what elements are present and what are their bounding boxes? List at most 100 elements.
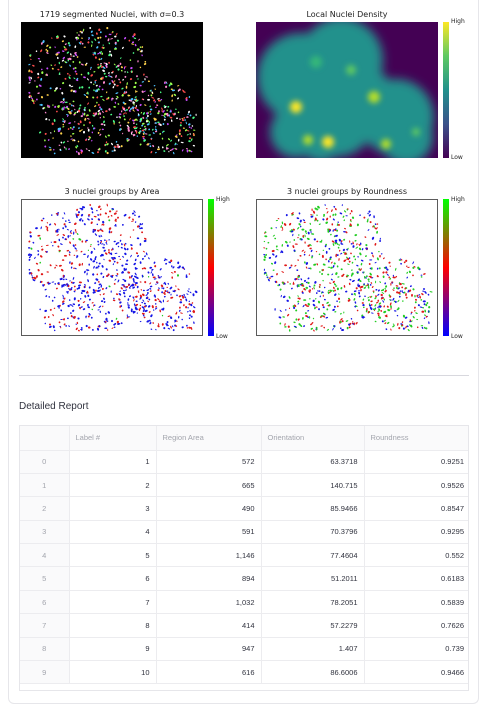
roundness-cell: 0.8547 bbox=[364, 496, 468, 521]
column-header-label[interactable]: Label # bbox=[69, 426, 157, 451]
density-plot-title: Local Nuclei Density bbox=[306, 10, 388, 19]
density-hotspot bbox=[322, 136, 334, 148]
roundness-plot-title: 3 nuclei groups by Roundness bbox=[286, 187, 408, 196]
table-row[interactable]: 9 10 616 86.6006 0.9466 bbox=[20, 660, 468, 685]
row-index-cell: 8 bbox=[20, 637, 70, 662]
label-cell: 6 bbox=[69, 566, 157, 591]
region-area-cell: 947 bbox=[156, 637, 262, 662]
nucleus-mark bbox=[157, 121, 160, 124]
region-area-cell: 894 bbox=[156, 566, 262, 591]
roundness-cell: 0.739 bbox=[364, 637, 468, 662]
row-index-cell: 7 bbox=[20, 613, 70, 638]
nucleus-mark bbox=[190, 315, 193, 318]
label-cell: 5 bbox=[69, 543, 157, 568]
column-header-index[interactable] bbox=[20, 426, 70, 451]
row-index-cell: 6 bbox=[20, 590, 70, 615]
roundness-groups-image bbox=[256, 199, 438, 336]
row-index-cell: 9 bbox=[20, 660, 70, 685]
orientation-cell: 63.3718 bbox=[261, 450, 365, 474]
roundness-cell: 0.9466 bbox=[364, 660, 468, 685]
roundness-cell: 0.7626 bbox=[364, 613, 468, 638]
label-cell: 7 bbox=[69, 590, 157, 615]
row-index-cell: 3 bbox=[20, 520, 70, 545]
row-index-cell: 2 bbox=[20, 496, 70, 521]
label-cell: 2 bbox=[69, 473, 157, 498]
density-colorbar bbox=[443, 22, 449, 158]
table-row[interactable]: 0 1 572 63.3718 0.9251 bbox=[20, 450, 468, 474]
orientation-cell: 1.407 bbox=[261, 637, 365, 662]
area-colorbar-low-label: Low bbox=[216, 333, 228, 340]
column-header-orientation[interactable]: Orientation bbox=[261, 426, 365, 451]
table-row[interactable]: 2 3 490 85.9466 0.8547 bbox=[20, 496, 468, 521]
roundness-colorbar-low-label: Low bbox=[451, 333, 463, 340]
nucleus-mark bbox=[111, 71, 113, 74]
nucleus-mark bbox=[336, 305, 339, 308]
nucleus-mark bbox=[186, 149, 189, 153]
orientation-cell: 77.4604 bbox=[261, 543, 365, 568]
nucleus-mark bbox=[72, 55, 75, 57]
region-area-cell: 1,146 bbox=[156, 543, 262, 568]
nucleus-mark bbox=[59, 148, 61, 151]
orientation-cell: 51.2011 bbox=[261, 566, 365, 591]
table-row[interactable]: 8 9 947 1.407 0.739 bbox=[20, 637, 468, 662]
density-hotspot bbox=[346, 65, 356, 75]
segmented-plot-title: 1719 segmented Nuclei, with σ=0.3 bbox=[39, 10, 185, 19]
table-row[interactable]: 7 8 414 57.2279 0.7626 bbox=[20, 613, 468, 638]
region-area-cell: 616 bbox=[156, 660, 262, 685]
report-table[interactable]: Label # Region Area Orientation Roundnes… bbox=[19, 425, 469, 691]
area-plot-title: 3 nuclei groups by Area bbox=[64, 187, 160, 196]
roundness-colorbar-high-label: High bbox=[451, 196, 465, 203]
table-row[interactable]: 3 4 591 70.3796 0.9295 bbox=[20, 520, 468, 545]
area-colorbar-high-label: High bbox=[216, 196, 230, 203]
density-hotspot bbox=[303, 135, 313, 145]
row-index-cell: 5 bbox=[20, 566, 70, 591]
orientation-cell: 86.6006 bbox=[261, 660, 365, 685]
nucleus-mark bbox=[145, 297, 149, 300]
density-heatmap-image bbox=[256, 22, 438, 158]
nucleus-mark bbox=[290, 264, 293, 267]
orientation-cell: 85.9466 bbox=[261, 496, 365, 521]
nucleus-mark bbox=[134, 281, 138, 285]
table-row[interactable]: 6 7 1,032 78.2051 0.5839 bbox=[20, 590, 468, 615]
table-row[interactable]: 5 6 894 51.2011 0.6183 bbox=[20, 566, 468, 591]
orientation-cell: 78.2051 bbox=[261, 590, 365, 615]
column-header-region-area[interactable]: Region Area bbox=[156, 426, 262, 451]
orientation-cell: 140.715 bbox=[261, 473, 365, 498]
label-cell: 1 bbox=[69, 450, 157, 474]
roundness-cell: 0.9251 bbox=[364, 450, 468, 474]
nucleus-mark bbox=[111, 208, 113, 211]
area-colorbar bbox=[208, 199, 214, 336]
table-header-row: Label # Region Area Orientation Roundnes… bbox=[20, 426, 468, 451]
density-colorbar-low-label: Low bbox=[451, 154, 463, 161]
label-cell: 10 bbox=[69, 660, 157, 685]
roundness-cell: 0.9526 bbox=[364, 473, 468, 498]
segmented-nuclei-image bbox=[21, 22, 203, 158]
section-divider bbox=[19, 375, 469, 376]
roundness-cell: 0.6183 bbox=[364, 566, 468, 591]
label-cell: 9 bbox=[69, 637, 157, 662]
nucleus-mark bbox=[361, 302, 364, 304]
nucleus-mark bbox=[325, 250, 328, 254]
density-colorbar-high-label: High bbox=[451, 18, 465, 25]
density-hotspot bbox=[368, 91, 380, 103]
region-area-cell: 490 bbox=[156, 496, 262, 521]
label-cell: 8 bbox=[69, 613, 157, 638]
density-hotspot bbox=[310, 56, 322, 68]
report-title: Detailed Report bbox=[19, 401, 89, 412]
nucleus-mark bbox=[135, 90, 137, 93]
density-hotspot bbox=[412, 128, 420, 136]
row-index-cell: 1 bbox=[20, 473, 70, 498]
row-index-cell: 4 bbox=[20, 543, 70, 568]
nucleus-mark bbox=[300, 283, 304, 285]
nucleus-mark bbox=[149, 142, 151, 145]
table-row[interactable]: 4 5 1,146 77.4604 0.552 bbox=[20, 543, 468, 568]
table-row[interactable]: 1 2 665 140.715 0.9526 bbox=[20, 473, 468, 498]
area-groups-image bbox=[21, 199, 203, 336]
column-header-roundness[interactable]: Roundness bbox=[364, 426, 468, 451]
roundness-colorbar bbox=[443, 199, 449, 336]
region-area-cell: 414 bbox=[156, 613, 262, 638]
nucleus-mark bbox=[125, 85, 128, 89]
region-area-cell: 665 bbox=[156, 473, 262, 498]
orientation-cell: 57.2279 bbox=[261, 613, 365, 638]
row-index-cell: 0 bbox=[20, 450, 70, 474]
